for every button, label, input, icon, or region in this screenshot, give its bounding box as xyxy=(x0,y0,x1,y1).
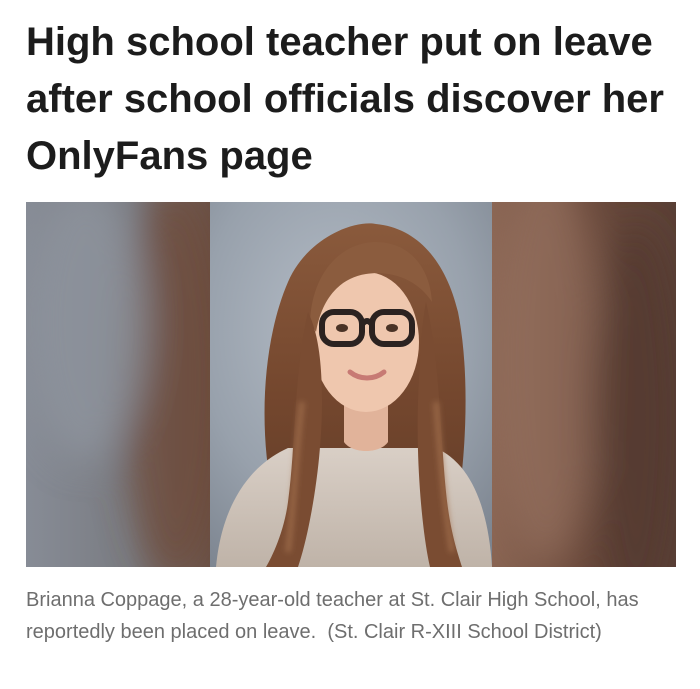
portrait-image xyxy=(26,202,676,567)
article-headline: High school teacher put on leave after s… xyxy=(26,20,664,178)
photo-caption: Brianna Coppage, a 28-year-old teacher a… xyxy=(26,589,639,643)
article-photo xyxy=(26,202,676,567)
portrait-subject xyxy=(210,202,492,567)
